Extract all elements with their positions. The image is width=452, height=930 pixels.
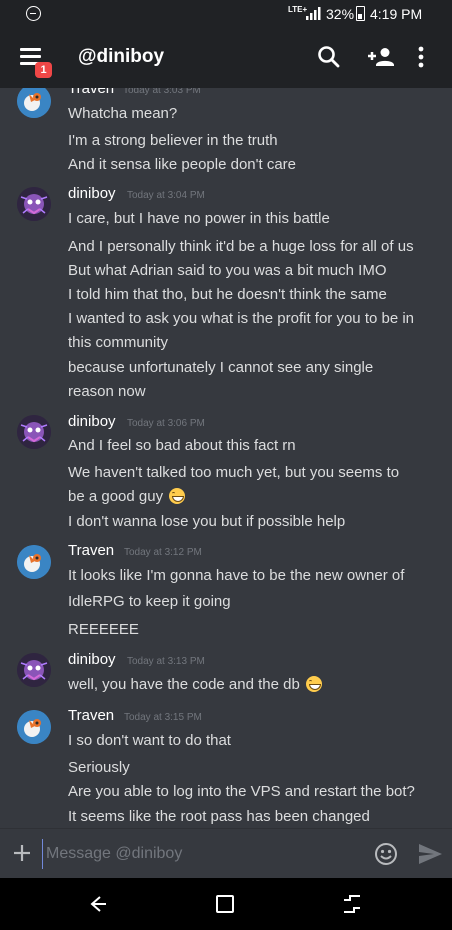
- message-text: I care, but I have no power in this batt…: [68, 210, 330, 227]
- avatar-diniboy[interactable]: [17, 187, 51, 221]
- message-text: Seriously: [68, 759, 130, 776]
- message-text: this community: [68, 334, 169, 351]
- more-vertical-icon[interactable]: [415, 44, 427, 70]
- message-author[interactable]: Traven: [68, 542, 114, 559]
- message-text: And I personally think it'd be a huge lo…: [68, 238, 414, 255]
- grin-emoji-icon: [169, 488, 186, 504]
- avatar-diniboy[interactable]: [17, 653, 51, 687]
- message-timestamp: Today at 3:04 PM: [127, 190, 205, 201]
- back-icon[interactable]: [86, 892, 110, 916]
- recents-icon[interactable]: [213, 892, 237, 916]
- message-author[interactable]: Traven: [68, 707, 114, 724]
- message-text: But what Adrian said to you was a bit mu…: [68, 262, 387, 279]
- message-text: be a good guy: [68, 488, 164, 505]
- message-author[interactable]: diniboy: [68, 413, 116, 430]
- battery-percent: 32%: [326, 6, 355, 22]
- message-author[interactable]: diniboy: [68, 651, 116, 668]
- message-input[interactable]: [42, 839, 352, 869]
- message-list[interactable]: Traven Today at 3:03 PM Whatcha mean? I'…: [0, 88, 452, 828]
- notification-badge: 1: [35, 62, 52, 78]
- battery-icon: [356, 6, 365, 21]
- avatar-traven[interactable]: [17, 545, 51, 579]
- message-text: I so don't want to do that: [68, 732, 231, 749]
- message-text: reason now: [68, 383, 146, 400]
- message-text: Whatcha mean?: [68, 105, 178, 122]
- message-timestamp: Today at 3:12 PM: [124, 547, 202, 558]
- search-icon[interactable]: [316, 44, 342, 70]
- message-text: I don't wanna lose you but if possible h…: [68, 513, 346, 530]
- message-text: It seems like the root pass has been cha…: [68, 808, 370, 825]
- message-text: be a good guy: [68, 488, 186, 505]
- message-text: because unfortunately I cannot see any s…: [68, 359, 374, 376]
- message-text: And I feel so bad about this fact rn: [68, 437, 296, 454]
- avatar-diniboy[interactable]: [17, 415, 51, 449]
- network-type: LTE+: [288, 5, 308, 14]
- message-timestamp: Today at 3:13 PM: [127, 656, 205, 667]
- message-text: Are you able to log into the VPS and res…: [68, 783, 415, 800]
- smiley-icon[interactable]: [374, 842, 398, 866]
- plus-icon[interactable]: [12, 843, 32, 863]
- add-person-icon[interactable]: [366, 44, 396, 70]
- avatar-traven[interactable]: [17, 88, 51, 118]
- avatar-traven[interactable]: [17, 710, 51, 744]
- message-text: I told him that tho, but he doesn't thin…: [68, 286, 387, 303]
- system-nav-bar: [0, 878, 452, 930]
- message-text: IdleRPG to keep it going: [68, 593, 231, 610]
- message-text: I wanted to ask you what is the profit f…: [68, 310, 415, 327]
- send-icon[interactable]: [417, 842, 443, 866]
- message-timestamp: Today at 3:06 PM: [127, 418, 205, 429]
- message-timestamp: Today at 3:15 PM: [124, 712, 202, 723]
- message-text: I'm a strong believer in the truth: [68, 132, 278, 149]
- message-text: well, you have the code and the db: [68, 676, 300, 693]
- message-author[interactable]: diniboy: [68, 185, 116, 202]
- message-text: We haven't talked too much yet, but you …: [68, 464, 400, 481]
- message-text: well, you have the code and the db: [68, 676, 323, 693]
- channel-title: @diniboy: [78, 46, 165, 67]
- message-text: REEEEEE: [68, 621, 139, 638]
- message-author[interactable]: Traven: [68, 88, 114, 97]
- home-icon[interactable]: [340, 892, 364, 916]
- status-bar: LTE+ 32% 4:19 PM: [0, 0, 452, 28]
- status-minus-circle-icon: [26, 6, 41, 21]
- message-composer: [0, 828, 452, 878]
- signal-icon: [306, 7, 321, 20]
- message-timestamp: Today at 3:03 PM: [123, 88, 201, 96]
- grin-emoji-icon: [306, 676, 323, 692]
- app-bar: 1 @diniboy: [0, 28, 452, 88]
- message-text: It looks like I'm gonna have to be the n…: [68, 567, 405, 584]
- message-text: And it sensa like people don't care: [68, 156, 297, 173]
- status-time: 4:19 PM: [370, 6, 423, 22]
